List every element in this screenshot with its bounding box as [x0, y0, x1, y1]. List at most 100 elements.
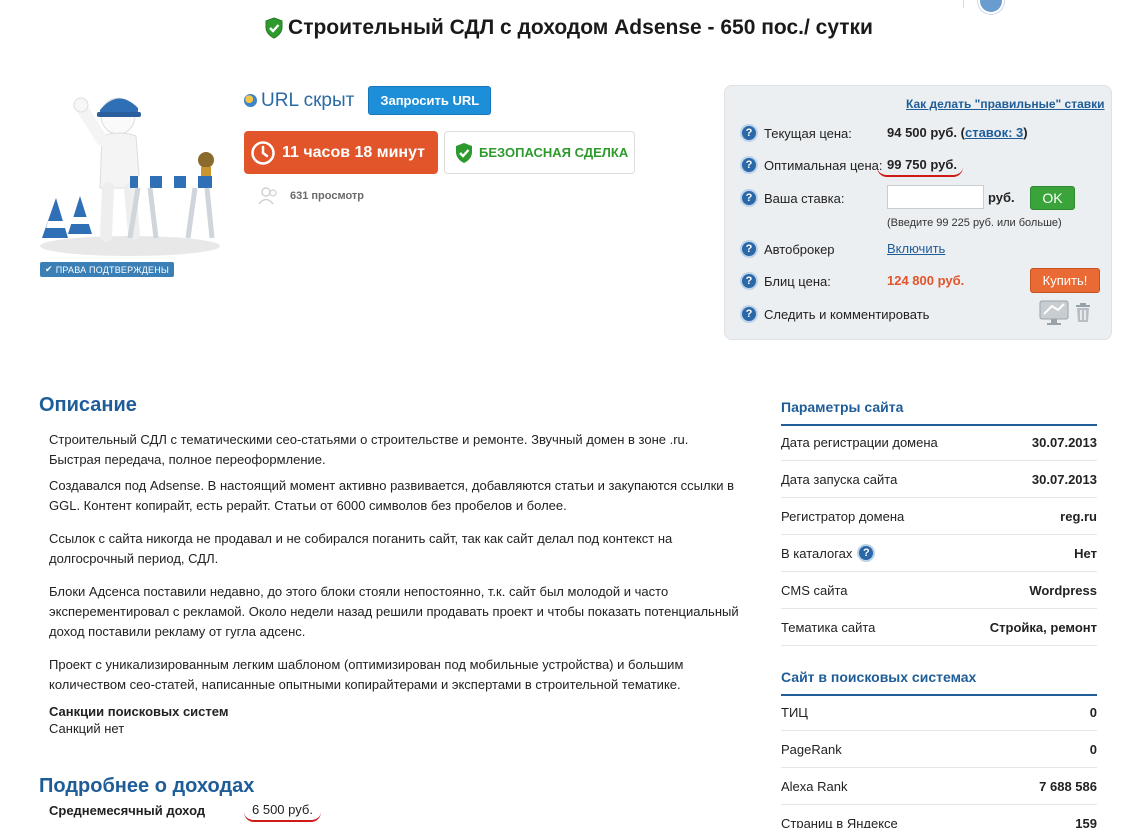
autobroker-enable-link[interactable]: Включить: [887, 241, 945, 256]
bids-suffix: ): [1023, 125, 1028, 140]
row-label-text: Дата регистрации домена: [781, 434, 938, 450]
row-value: 7 688 586: [1039, 778, 1097, 794]
blitz-price-value: 124 800 руб.: [887, 273, 965, 288]
your-bid-label: Ваша ставка:: [764, 190, 845, 206]
row-label: Дата регистрации домена: [781, 435, 938, 450]
description-paragraph: Блоки Адсенса поставили недавно, до этог…: [49, 584, 739, 639]
row-value: 30.07.2013: [1031, 434, 1097, 450]
page-title: Строительный СДЛ с доходом Adsense - 650…: [0, 16, 1137, 40]
url-row: URL скрыт Запросить URL: [244, 86, 492, 115]
how-to-bid-link[interactable]: Как делать "правильные" ставки: [906, 97, 1105, 111]
row-label: ТИЦ: [781, 705, 808, 720]
monitor-icon[interactable]: [1038, 298, 1070, 328]
safe-deal-label: БЕЗОПАСНАЯ СДЕЛКА: [479, 145, 629, 160]
construction-worker-illustration: [40, 97, 220, 256]
table-row: PageRank 0: [781, 731, 1097, 768]
globe-icon: [244, 94, 257, 107]
table-row: Регистратор домена reg.ru: [781, 498, 1097, 535]
table-row: Дата запуска сайта 30.07.2013: [781, 461, 1097, 498]
table-row: Дата регистрации домена 30.07.2013: [781, 424, 1097, 461]
current-price-value: 94 500 руб. (ставок: 3): [887, 125, 1028, 140]
row-label: Регистратор домена: [781, 509, 904, 524]
row-label: Тематика сайта: [781, 620, 875, 635]
blitz-price-label: Блиц цена:: [764, 273, 831, 289]
help-icon[interactable]: ?: [740, 240, 758, 258]
table-row: В каталогах? Нет: [781, 535, 1097, 572]
row-value: 30.07.2013: [1031, 471, 1097, 487]
row-label: Alexa Rank: [781, 779, 847, 794]
description-paragraph: Строительный СДЛ с тематическими сео-ста…: [49, 432, 689, 467]
help-icon[interactable]: ?: [740, 189, 758, 207]
table-row: ТИЦ 0: [781, 694, 1097, 731]
row-value: Wordpress: [1029, 582, 1097, 598]
row-label-text: Регистратор домена: [781, 508, 905, 524]
description-paragraph: Создавался под Adsense. В настоящий моме…: [49, 478, 735, 513]
users-icon: [258, 187, 277, 205]
help-icon[interactable]: ?: [740, 156, 758, 174]
row-label-text: В каталогах: [781, 545, 853, 561]
row-label-text: Страниц в Яндексе: [781, 815, 898, 828]
row-label: Страниц в Яндексе: [781, 816, 898, 828]
monthly-income-value: 6 500 руб.: [244, 802, 321, 822]
bid-amount-input[interactable]: [887, 185, 984, 209]
row-label-text: Дата запуска сайта: [781, 471, 898, 487]
row-label-text: PageRank: [781, 741, 842, 757]
check-icon: ✔: [45, 264, 53, 274]
url-hidden-text: URL скрыт: [261, 89, 355, 111]
row-value: 159: [1075, 815, 1097, 828]
row-label: PageRank: [781, 742, 842, 757]
rights-confirmed-badge: ✔ ПРАВА ПОДТВЕРЖДЕНЫ: [40, 262, 175, 277]
description-heading: Описание: [39, 394, 137, 416]
help-icon[interactable]: ?: [740, 272, 758, 290]
clock-icon: [251, 140, 275, 165]
views-text: 631 просмотр: [290, 190, 365, 202]
top-divider: [963, 0, 964, 8]
blitz-price-row: ? Блиц цена:: [740, 272, 831, 290]
help-icon[interactable]: ?: [740, 305, 758, 323]
row-label-text: Тематика сайта: [781, 619, 876, 635]
current-price-label: Текущая цена:: [764, 125, 852, 141]
rights-confirmed-label: ПРАВА ПОДТВЕРЖДЕНЫ: [55, 264, 170, 275]
table-row: CMS сайта Wordpress: [781, 572, 1097, 609]
income-heading: Подробнее о доходах: [39, 775, 255, 797]
optimal-price-value: 99 750 руб.: [877, 157, 964, 177]
trash-icon[interactable]: [1074, 302, 1092, 324]
row-label-text: CMS сайта: [781, 582, 848, 598]
current-price-amount: 94 500 руб.: [887, 125, 958, 140]
help-icon[interactable]: ?: [740, 124, 758, 142]
follow-actions: [1038, 298, 1092, 328]
row-value: reg.ru: [1060, 508, 1097, 524]
current-price-row: ? Текущая цена:: [740, 124, 852, 142]
row-label: В каталогах?: [781, 544, 876, 562]
site-params-heading: Параметры сайта: [781, 399, 1097, 426]
description-paragraph: Проект с уникализированным легким шаблон…: [49, 657, 684, 692]
request-url-button[interactable]: Запросить URL: [368, 86, 492, 115]
row-label: CMS сайта: [781, 583, 848, 598]
time-left-badge: 11 часов 18 минут: [244, 131, 438, 174]
autobroker-row: ? Автоброкер: [740, 240, 835, 258]
submit-bid-button[interactable]: OK: [1030, 186, 1075, 210]
follow-label: Следить и комментировать: [764, 306, 930, 322]
table-row: Тематика сайта Стройка, ремонт: [781, 609, 1097, 646]
follow-row: ? Следить и комментировать: [740, 305, 929, 323]
description-paragraph: Ссылок с сайта никогда не продавал и не …: [49, 531, 673, 566]
help-icon[interactable]: ?: [857, 544, 876, 562]
shield-check-icon: [265, 17, 283, 39]
page-title-text: Строительный СДЛ с доходом Adsense - 650…: [288, 16, 873, 39]
bids-count-link[interactable]: ставок: 3: [965, 125, 1023, 140]
autobroker-label: Автоброкер: [764, 241, 835, 257]
time-left-text: 11 часов 18 минут: [282, 143, 426, 161]
your-bid-row: ? Ваша ставка:: [740, 189, 844, 207]
row-label: Дата запуска сайта: [781, 472, 897, 487]
views-count: 631 просмотр: [258, 187, 364, 205]
row-value: 0: [1089, 741, 1097, 757]
search-engines-heading: Сайт в поисковых системах: [781, 669, 1097, 696]
monthly-income-label: Среднемесячный доход: [49, 803, 206, 818]
safe-deal-badge[interactable]: БЕЗОПАСНАЯ СДЕЛКА: [444, 131, 635, 174]
user-avatar-icon[interactable]: [978, 0, 1004, 14]
row-value: Стройка, ремонт: [989, 619, 1097, 635]
shield-check-icon: [456, 142, 472, 163]
url-hidden: URL скрыт: [244, 90, 354, 112]
buy-now-button[interactable]: Купить!: [1030, 268, 1100, 293]
table-row: Alexa Rank 7 688 586: [781, 768, 1097, 805]
